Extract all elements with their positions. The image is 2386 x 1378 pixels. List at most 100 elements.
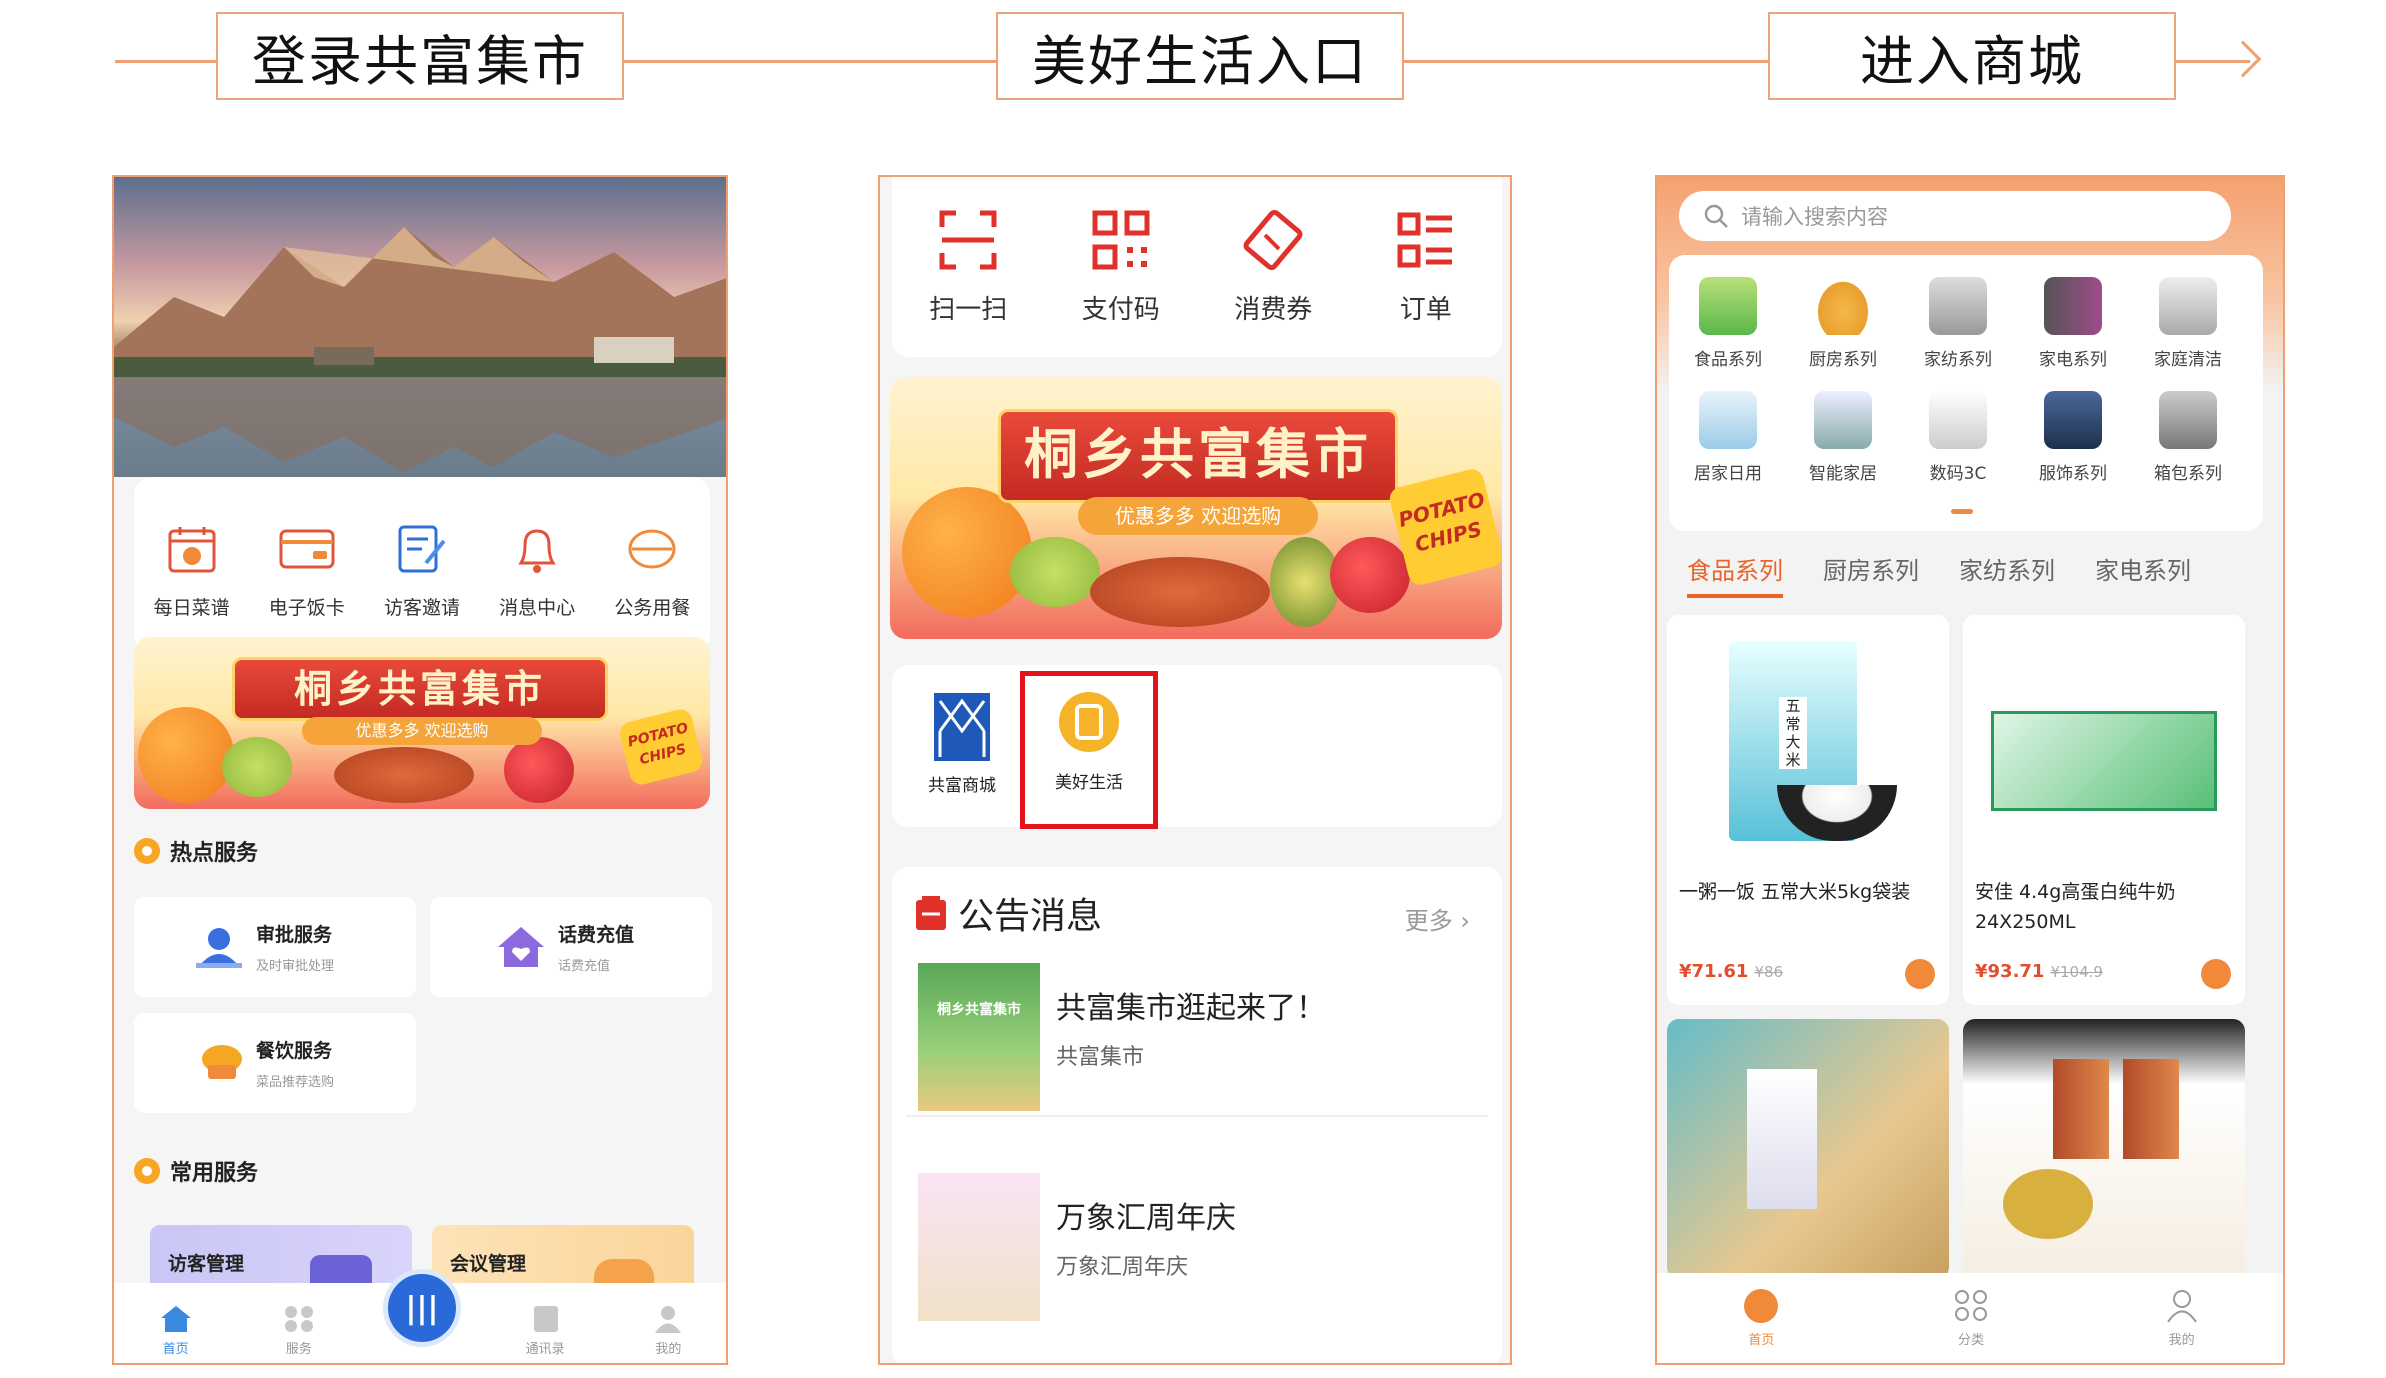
qr-code-icon <box>1092 210 1150 269</box>
quick-messages[interactable]: 消息中心 <box>482 519 592 620</box>
invite-icon <box>392 519 452 579</box>
notice-item[interactable]: 桐乡共富集市 共富集市逛起来了！ 共富集市 <box>906 957 1488 1117</box>
notice-item-sub: 万象汇周年庆 <box>1056 1255 1189 1280</box>
pot-icon <box>1814 277 1872 335</box>
category-item[interactable]: 智能家居 <box>1788 391 1898 484</box>
mountain-image <box>114 227 726 377</box>
tab-category[interactable]: 分类 <box>1953 1289 1989 1348</box>
notice-item-title: 万象汇周年庆 <box>1056 1201 1236 1236</box>
app-gongfu-mall[interactable]: 共富商城 <box>922 691 1002 796</box>
tab-appliance[interactable]: 家电系列 <box>2095 551 2191 598</box>
category-label: 家纺系列 <box>1924 350 1992 370</box>
product-price: ¥93.71 ¥104.9 <box>1975 961 2103 982</box>
card-title: 访客管理 <box>168 1253 245 1275</box>
flow-step-login: 登录共富集市 <box>216 12 624 100</box>
category-label: 食品系列 <box>1694 350 1762 370</box>
product-card[interactable] <box>1963 1019 2245 1279</box>
card-title: 餐饮服务 <box>256 1040 333 1062</box>
action-label: 消费券 <box>1234 294 1313 325</box>
recharge-card[interactable]: 话费充值 话费充值 <box>430 897 712 997</box>
app-better-life[interactable]: 美好生活 <box>1020 671 1158 829</box>
quick-meal-card[interactable]: 电子饭卡 <box>252 519 362 620</box>
card-subtitle: 话费充值 <box>558 959 611 974</box>
apple-image <box>504 737 574 803</box>
tea-leaves-image <box>2003 1169 2093 1239</box>
quick-actions: 每日菜谱 电子饭卡 访客邀请 消息中心 公务用餐 <box>134 477 710 653</box>
category-item[interactable]: 箱包系列 <box>2133 391 2243 484</box>
quick-invite[interactable]: 访客邀请 <box>367 519 477 620</box>
notice-item[interactable]: 万象汇周年庆 万象汇周年庆 <box>906 1167 1488 1327</box>
category-item[interactable]: 食品系列 <box>1673 277 1783 370</box>
market-banner[interactable]: 桐乡共富集市 优惠多多 欢迎选购 POTATO CHIPS <box>890 377 1502 639</box>
grapes-image <box>222 737 292 797</box>
approval-card[interactable]: 审批服务 及时审批处理 <box>134 897 416 997</box>
grapes-image <box>1010 537 1100 607</box>
scan-icon <box>939 210 997 269</box>
milk-carton-image <box>1747 1069 1817 1209</box>
search-icon <box>1704 204 1728 228</box>
app-label: 共富商城 <box>928 776 996 796</box>
flow-arrow-icon <box>2224 40 2262 78</box>
category-label: 厨房系列 <box>1809 350 1877 370</box>
add-to-cart-icon[interactable] <box>2201 959 2231 989</box>
section-title-text: 热点服务 <box>170 841 259 866</box>
action-paycode[interactable]: 支付码 <box>1051 209 1191 326</box>
action-label: 扫一扫 <box>929 294 1008 325</box>
notice-item-sub: 共富集市 <box>1056 1045 1145 1070</box>
food-icon <box>1699 277 1757 335</box>
app-label: 美好生活 <box>1055 773 1123 793</box>
notice-item-title: 共富集市逛起来了！ <box>1056 991 1326 1026</box>
common-services-title: 常用服务 <box>134 1155 258 1187</box>
action-orders[interactable]: 订单 <box>1356 209 1496 326</box>
tea-jar-image <box>2123 1059 2179 1159</box>
category-item[interactable]: 家庭清洁 <box>2133 277 2243 370</box>
tab-home[interactable]: 首页 <box>126 1304 226 1357</box>
banner-title: 桐乡共富集市 <box>998 409 1398 503</box>
action-scan[interactable]: 扫一扫 <box>898 209 1038 326</box>
notice-icon <box>916 896 946 930</box>
market-banner[interactable]: 桐乡共富集市 优惠多多 欢迎选购 POTATO CHIPS <box>134 637 710 809</box>
tab-home[interactable]: 首页 <box>1744 1288 1779 1348</box>
category-item[interactable]: 厨房系列 <box>1788 277 1898 370</box>
category-item[interactable]: 家电系列 <box>2018 277 2128 370</box>
quick-recipe[interactable]: 每日菜谱 <box>137 519 247 620</box>
dining-card[interactable]: 餐饮服务 菜品推荐选购 <box>134 1013 416 1113</box>
product-price: ¥71.61 ¥86 <box>1679 961 1783 982</box>
tab-label: 分类 <box>1957 1332 1984 1348</box>
product-card[interactable] <box>1667 1019 1949 1279</box>
tab-contacts[interactable]: 通讯录 <box>495 1304 595 1357</box>
tab-scan[interactable]: ||| <box>372 1269 472 1347</box>
tab-label: 我的 <box>655 1342 682 1357</box>
category-label: 家电系列 <box>2039 350 2107 370</box>
category-item[interactable]: 家纺系列 <box>1903 277 2013 370</box>
tab-services[interactable]: 服务 <box>249 1304 349 1357</box>
product-name: 一粥一饭 五常大米5kg袋装 <box>1679 881 1911 903</box>
tab-mine[interactable]: 我的 <box>618 1304 718 1357</box>
action-label: 支付码 <box>1081 294 1160 325</box>
hot-services-title: 热点服务 <box>134 835 258 867</box>
product-card[interactable]: 五常大米 一粥一饭 五常大米5kg袋装 ¥71.61 ¥86 <box>1667 615 1949 1005</box>
action-coupon[interactable]: 消费券 <box>1203 209 1343 326</box>
category-item[interactable]: 居家日用 <box>1673 391 1783 484</box>
home-icon <box>160 1306 191 1332</box>
home-icon <box>1744 1288 1779 1323</box>
quick-label: 消息中心 <box>499 596 576 619</box>
category-item[interactable]: 数码3C <box>1903 391 2013 484</box>
category-grid: 食品系列 厨房系列 家纺系列 家电系列 家庭清洁 居家日用 智能家居 数码3C … <box>1669 255 2263 531</box>
tab-bedding[interactable]: 家纺系列 <box>1959 551 2055 598</box>
search-input[interactable]: 请输入搜索内容 <box>1679 191 2231 241</box>
tab-food[interactable]: 食品系列 <box>1687 551 1783 598</box>
quick-dining[interactable]: 公务用餐 <box>597 519 707 620</box>
action-label: 订单 <box>1399 294 1452 325</box>
add-to-cart-icon[interactable] <box>1905 959 1935 989</box>
category-item[interactable]: 服饰系列 <box>2018 391 2128 484</box>
tab-mine[interactable]: 我的 <box>2164 1289 2200 1348</box>
banner-title: 桐乡共富集市 <box>232 657 608 721</box>
more-label: 更多 <box>1404 907 1453 935</box>
tab-kitchen[interactable]: 厨房系列 <box>1823 551 1919 598</box>
more-link[interactable]: 更多 › <box>1405 901 1470 936</box>
product-tabs: 食品系列 厨房系列 家纺系列 家电系列 <box>1687 551 2191 598</box>
tab-label: 我的 <box>2168 1332 2195 1348</box>
product-card[interactable]: 安佳 4.4g高蛋白纯牛奶24X250ML ¥93.71 ¥104.9 <box>1963 615 2245 1005</box>
meal-card-icon <box>277 519 337 579</box>
